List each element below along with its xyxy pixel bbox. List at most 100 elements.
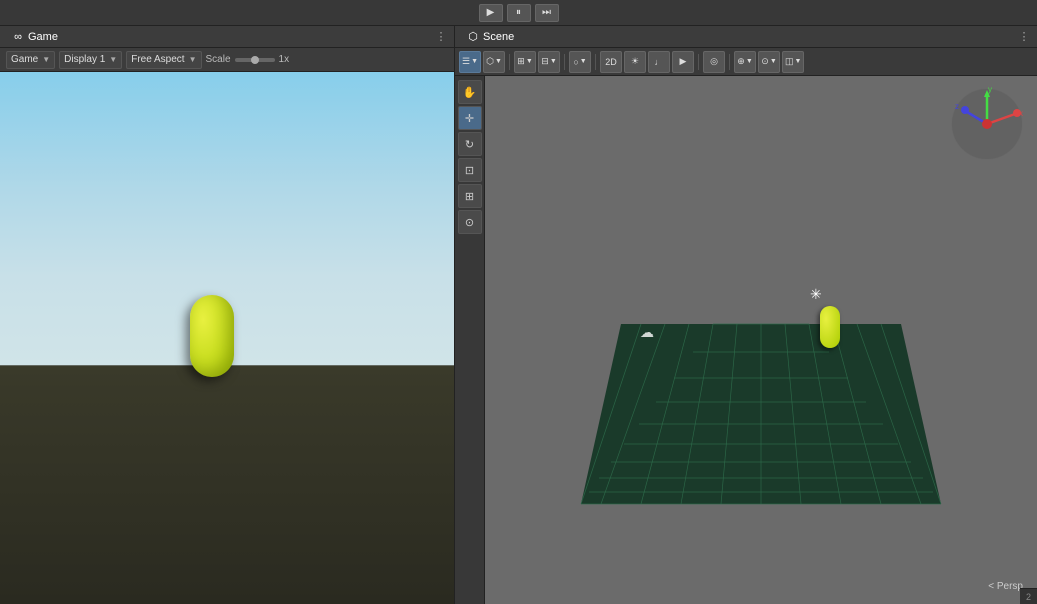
game-tab[interactable]: ∞ Game <box>4 27 66 47</box>
scene-icon: ⊙ <box>761 56 769 67</box>
game-tab-bar: ∞ Game ⋮ <box>0 26 454 48</box>
svg-text:x: x <box>1019 109 1023 118</box>
game-tab-icon: ∞ <box>12 31 24 43</box>
scale-control: Scale 1x <box>206 54 290 65</box>
scene-scene-btn[interactable]: ⊙ ▼ <box>758 51 780 73</box>
overlay-arrow: ▼ <box>495 58 502 65</box>
tool-rect[interactable]: ⊞ <box>458 184 482 208</box>
game-display-arrow: ▼ <box>42 55 50 64</box>
scene-2d-btn[interactable]: 2D <box>600 51 622 73</box>
display1-arrow: ▼ <box>109 55 117 64</box>
rect-icon: ⊞ <box>465 190 474 203</box>
toolbar-sep-5 <box>729 54 730 70</box>
toolbar-sep-1 <box>509 54 510 70</box>
toolbar-sep-3 <box>595 54 596 70</box>
transform-icon: ⊞ <box>517 56 525 67</box>
anim-icon: ▶ <box>680 56 687 67</box>
scene-arrow: ▼ <box>770 58 777 65</box>
layers-icon: ◫ <box>785 56 794 67</box>
game-viewport[interactable] <box>0 72 454 604</box>
scene-camera-icon: ☁ <box>640 324 654 341</box>
persp-label: < Persp <box>988 581 1023 592</box>
snap-arrow: ▼ <box>550 58 557 65</box>
scene-shading-btn[interactable]: ☰ ▼ <box>459 51 481 73</box>
audio-icon: ♩ <box>655 57 664 67</box>
scene-vis-btn[interactable]: ○ ▼ <box>569 51 591 73</box>
light-icon: ☀ <box>631 56 639 67</box>
scene-transform-btn[interactable]: ⊞ ▼ <box>514 51 536 73</box>
overlay-icon: ⬡ <box>486 56 494 67</box>
scene-anim-btn[interactable]: ▶ <box>672 51 694 73</box>
display1-dropdown[interactable]: Display 1 ▼ <box>59 51 122 69</box>
scene-tab-bar: ⬡ Scene ⋮ <box>455 26 1037 48</box>
scene-viewport[interactable]: ✳ ☁ y x <box>485 76 1037 604</box>
game-display-dropdown[interactable]: Game ▼ <box>6 51 55 69</box>
scene-panel-more[interactable]: ⋮ <box>1015 28 1033 46</box>
tool-scale[interactable]: ⊡ <box>458 158 482 182</box>
game-panel-more[interactable]: ⋮ <box>432 28 450 46</box>
shading-icon: ☰ <box>462 56 470 67</box>
play-button[interactable]: ▶ <box>479 4 503 22</box>
game-toolbar: Game ▼ Display 1 ▼ Free Aspect ▼ Scale 1… <box>0 48 454 72</box>
display1-label: Display 1 <box>64 54 105 65</box>
status-text: 2 <box>1026 592 1031 602</box>
scene-gizmo-btn[interactable]: ◎ <box>703 51 725 73</box>
scene-tab[interactable]: ⬡ Scene <box>459 27 522 47</box>
pause-button[interactable]: ⏸ <box>507 4 531 22</box>
hand-icon: ✋ <box>463 86 477 99</box>
scene-left-tools: ✋ ✛ ↻ ⊡ ⊞ ⊙ <box>455 76 485 604</box>
main-layout: ∞ Game ⋮ Game ▼ Display 1 ▼ Free Aspect … <box>0 26 1037 604</box>
game-ground <box>0 365 454 604</box>
transform-arrow: ▼ <box>526 58 533 65</box>
scene-layers-btn[interactable]: ◫ ▼ <box>782 51 804 73</box>
scale-icon: ⊡ <box>465 164 474 177</box>
vis-arrow: ▼ <box>580 58 587 65</box>
game-capsule <box>190 295 234 377</box>
layers-arrow: ▼ <box>795 58 802 65</box>
scale-value: 1x <box>279 54 290 65</box>
2d-label: 2D <box>605 57 617 67</box>
game-display-label: Game <box>11 54 38 65</box>
gizmo-icon: ◎ <box>710 56 718 67</box>
toolbar-sep-2 <box>564 54 565 70</box>
scene-viewport-wrapper: ✋ ✛ ↻ ⊡ ⊞ ⊙ <box>455 76 1037 604</box>
scene-grid-svg <box>561 264 961 544</box>
scale-slider[interactable] <box>235 58 275 62</box>
move-icon: ✛ <box>465 112 474 125</box>
scene-capsule <box>820 306 840 348</box>
gizmo-overlay[interactable]: y x z <box>947 84 1027 164</box>
tool-rotate[interactable]: ↻ <box>458 132 482 156</box>
game-tab-label: Game <box>28 31 58 43</box>
aspect-dropdown[interactable]: Free Aspect ▼ <box>126 51 201 69</box>
scene-panel: ⬡ Scene ⋮ ☰ ▼ ⬡ ▼ ⊞ ▼ ⊟ ▼ <box>455 26 1037 604</box>
snap-icon: ⊟ <box>541 56 549 67</box>
scale-label: Scale <box>206 54 231 65</box>
tool-move[interactable]: ✛ <box>458 106 482 130</box>
scene-sun-icon[interactable]: ✳ <box>810 286 826 302</box>
svg-text:z: z <box>955 102 959 111</box>
rotate-icon: ↻ <box>465 138 474 151</box>
scene-overlay-btn[interactable]: ⬡ ▼ <box>483 51 505 73</box>
scene-grid-container <box>561 264 961 544</box>
tool-hand[interactable]: ✋ <box>458 80 482 104</box>
scene-snap-btn[interactable]: ⊟ ▼ <box>538 51 560 73</box>
axis-gizmo-svg: y x z <box>947 84 1027 164</box>
transform-tool-icon: ⊙ <box>465 216 474 229</box>
scene-extra-btn[interactable]: ⊕ ▼ <box>734 51 756 73</box>
status-bar: 2 <box>1020 588 1037 604</box>
scene-audio-btn[interactable]: ♩ <box>648 51 670 73</box>
scene-tab-icon: ⬡ <box>467 31 479 43</box>
extra-arrow: ▼ <box>746 58 753 65</box>
toolbar-sep-4 <box>698 54 699 70</box>
vis-icon: ○ <box>573 57 578 67</box>
game-panel: ∞ Game ⋮ Game ▼ Display 1 ▼ Free Aspect … <box>0 26 455 604</box>
tool-transform[interactable]: ⊙ <box>458 210 482 234</box>
step-button[interactable]: ⏭ <box>535 4 559 22</box>
scene-tab-label: Scene <box>483 31 514 43</box>
extra-icon: ⊕ <box>737 56 745 67</box>
top-toolbar: ▶ ⏸ ⏭ <box>0 0 1037 26</box>
shading-arrow: ▼ <box>471 58 478 65</box>
aspect-label: Free Aspect <box>131 54 184 65</box>
scene-toolbar: ☰ ▼ ⬡ ▼ ⊞ ▼ ⊟ ▼ ○ ▼ 2D <box>455 48 1037 76</box>
scene-light-btn[interactable]: ☀ <box>624 51 646 73</box>
